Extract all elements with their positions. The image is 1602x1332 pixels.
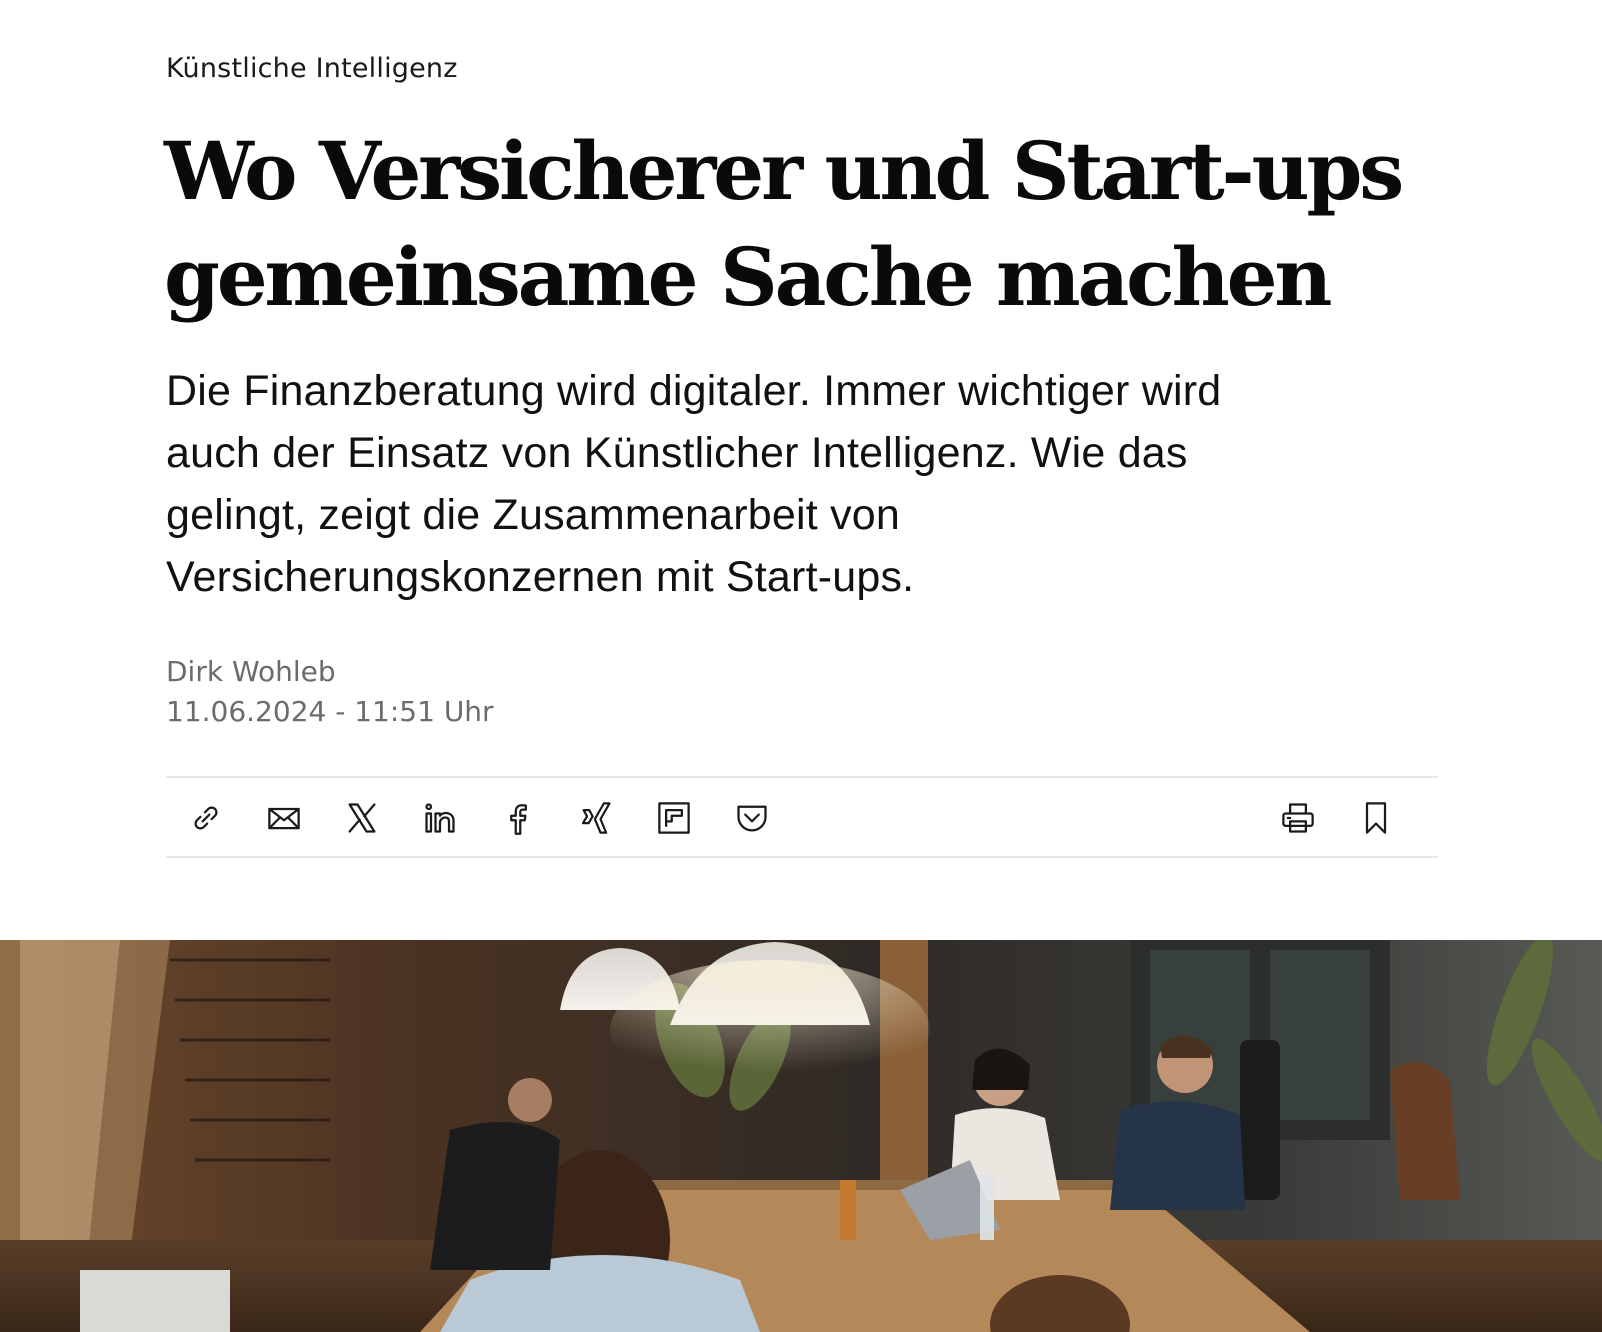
print-button[interactable] <box>1276 796 1320 840</box>
publish-date: 11.06.2024 - 11:51 Uhr <box>166 695 494 728</box>
share-flipboard-button[interactable] <box>652 796 696 840</box>
flipboard-icon <box>658 802 690 834</box>
xing-icon <box>581 802 611 834</box>
share-bar <box>166 776 1438 858</box>
hero-image[interactable] <box>0 940 1602 1332</box>
lead-line-2: auch der Einsatz von Künstlicher Intelli… <box>166 429 1188 477</box>
bookmark-button[interactable] <box>1354 796 1398 840</box>
lead-line-3: gelingt, zeigt die Zusammenarbeit von <box>166 491 901 539</box>
bookmark-icon <box>1365 802 1387 834</box>
link-icon <box>194 806 218 830</box>
x-twitter-icon <box>348 803 376 833</box>
headline-line-1: Wo Versicherer und Start-ups <box>164 124 1404 218</box>
author-name[interactable]: Dirk Wohleb <box>166 652 494 692</box>
headline-line-2: gemeinsame Sache machen <box>164 230 1332 324</box>
share-linkedin-button[interactable] <box>418 796 462 840</box>
linkedin-icon <box>425 803 455 833</box>
article-headline: Wo Versicherer und Start-ups gemeinsame … <box>164 118 1464 330</box>
mail-icon <box>268 807 300 830</box>
copy-link-button[interactable] <box>184 796 228 840</box>
facebook-icon <box>510 804 527 835</box>
pocket-icon <box>737 805 767 832</box>
print-icon <box>1282 803 1314 833</box>
lead-line-1: Die Finanzberatung wird digitaler. Immer… <box>166 367 1222 415</box>
share-facebook-button[interactable] <box>496 796 540 840</box>
share-xing-button[interactable] <box>574 796 618 840</box>
share-mail-button[interactable] <box>262 796 306 840</box>
share-x-button[interactable] <box>340 796 384 840</box>
hero-photo-illustration <box>0 940 1602 1332</box>
save-pocket-button[interactable] <box>730 796 774 840</box>
lead-line-4: Versicherungskonzernen mit Start-ups. <box>166 553 915 601</box>
article-kicker[interactable]: Künstliche Intelligenz <box>166 52 458 86</box>
article-lead: Die Finanzberatung wird digitaler. Immer… <box>166 360 1416 608</box>
article-byline: Dirk Wohleb 11.06.2024 - 11:51 Uhr <box>166 652 494 732</box>
